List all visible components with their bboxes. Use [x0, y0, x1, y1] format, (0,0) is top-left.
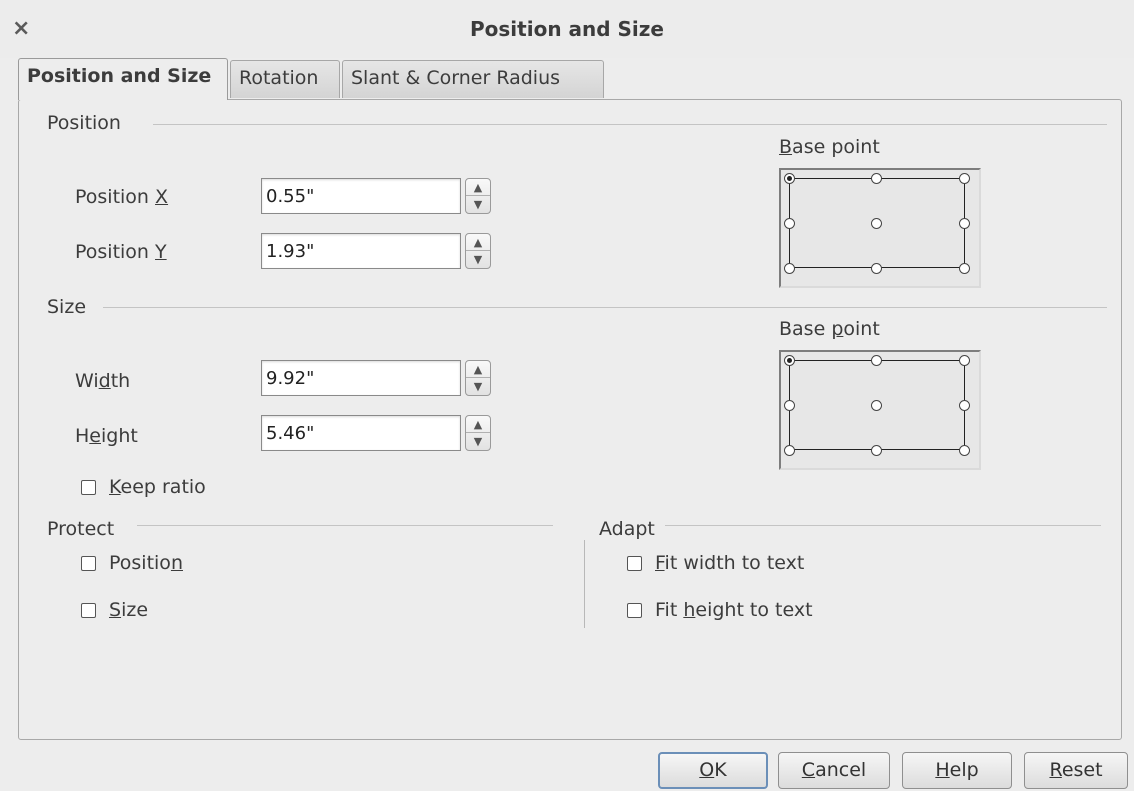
- position-x-input[interactable]: [261, 178, 461, 214]
- position-y-label: Position Y: [75, 241, 167, 263]
- base-point-top-left[interactable]: [784, 173, 795, 184]
- base-point-bottom-right[interactable]: [959, 263, 970, 274]
- fit-height-checkbox[interactable]: [627, 603, 642, 618]
- protect-section-heading: Protect: [47, 518, 115, 540]
- position-section-rule: [153, 124, 1107, 125]
- section-divider: [584, 540, 585, 628]
- protect-section-rule: [137, 525, 553, 526]
- spin-down-icon[interactable]: ▼: [466, 196, 490, 213]
- tab-position-and-size[interactable]: Position and Size: [18, 58, 228, 100]
- spin-down-icon[interactable]: ▼: [466, 378, 490, 395]
- keep-ratio-label[interactable]: Keep ratio: [109, 476, 206, 498]
- reset-button[interactable]: Reset: [1024, 752, 1128, 789]
- size-section-rule: [103, 307, 1107, 308]
- spin-up-icon[interactable]: ▲: [466, 234, 490, 251]
- base-point-top-right[interactable]: [959, 173, 970, 184]
- base-point-bottom-right[interactable]: [959, 445, 970, 456]
- base-point-bottom-left[interactable]: [784, 263, 795, 274]
- protect-size-checkbox[interactable]: [81, 603, 96, 618]
- spin-down-icon[interactable]: ▼: [466, 433, 490, 450]
- position-y-input[interactable]: [261, 233, 461, 269]
- position-y-spinner[interactable]: ▲ ▼: [465, 233, 491, 269]
- dialog-title: Position and Size: [470, 17, 664, 41]
- width-input[interactable]: [261, 360, 461, 396]
- help-button[interactable]: Help: [902, 752, 1012, 789]
- position-x-spinner[interactable]: ▲ ▼: [465, 178, 491, 214]
- base-point-middle-right[interactable]: [959, 400, 970, 411]
- base-point-middle-left[interactable]: [784, 400, 795, 411]
- adapt-section-rule: [665, 525, 1101, 526]
- spin-up-icon[interactable]: ▲: [466, 179, 490, 196]
- base-point-top-right[interactable]: [959, 355, 970, 366]
- base-point-center[interactable]: [871, 218, 882, 229]
- protect-position-label[interactable]: Position: [109, 552, 183, 574]
- title-bar: × Position and Size: [0, 0, 1134, 58]
- height-label: Height: [75, 425, 138, 447]
- spin-up-icon[interactable]: ▲: [466, 416, 490, 433]
- base-point-bottom-left[interactable]: [784, 445, 795, 456]
- fit-width-label[interactable]: Fit width to text: [655, 552, 804, 574]
- base-point-middle-left[interactable]: [784, 218, 795, 229]
- height-spinner[interactable]: ▲ ▼: [465, 415, 491, 451]
- base-point-center[interactable]: [871, 400, 882, 411]
- base-point-bottom-center[interactable]: [871, 445, 882, 456]
- protect-size-label[interactable]: Size: [109, 599, 148, 621]
- adapt-section-heading: Adapt: [599, 518, 655, 540]
- cancel-button[interactable]: Cancel: [778, 752, 890, 789]
- base-point-top-left[interactable]: [784, 355, 795, 366]
- size-base-point-label: Base point: [779, 318, 880, 340]
- position-base-point-selector[interactable]: [779, 168, 981, 288]
- fit-height-label[interactable]: Fit height to text: [655, 599, 813, 621]
- width-spinner[interactable]: ▲ ▼: [465, 360, 491, 396]
- size-section-heading: Size: [47, 296, 87, 318]
- height-input[interactable]: [261, 415, 461, 451]
- tab-rotation[interactable]: Rotation: [230, 60, 340, 98]
- base-point-top-center[interactable]: [871, 355, 882, 366]
- spin-up-icon[interactable]: ▲: [466, 361, 490, 378]
- fit-width-checkbox[interactable]: [627, 556, 642, 571]
- width-label: Width: [75, 370, 131, 392]
- spin-down-icon[interactable]: ▼: [466, 251, 490, 268]
- tab-slant-corner-radius[interactable]: Slant & Corner Radius: [342, 60, 604, 98]
- base-point-middle-right[interactable]: [959, 218, 970, 229]
- keep-ratio-checkbox[interactable]: [81, 480, 96, 495]
- position-section-heading: Position: [47, 112, 121, 134]
- position-x-label: Position X: [75, 186, 169, 208]
- protect-position-checkbox[interactable]: [81, 556, 96, 571]
- size-base-point-selector[interactable]: [779, 350, 981, 470]
- tab-panel: Position Position X ▲ ▼ Position Y ▲ ▼ B…: [18, 99, 1122, 740]
- base-point-bottom-center[interactable]: [871, 263, 882, 274]
- position-base-point-label: Base point: [779, 136, 880, 158]
- ok-button[interactable]: OK: [658, 752, 768, 789]
- base-point-top-center[interactable]: [871, 173, 882, 184]
